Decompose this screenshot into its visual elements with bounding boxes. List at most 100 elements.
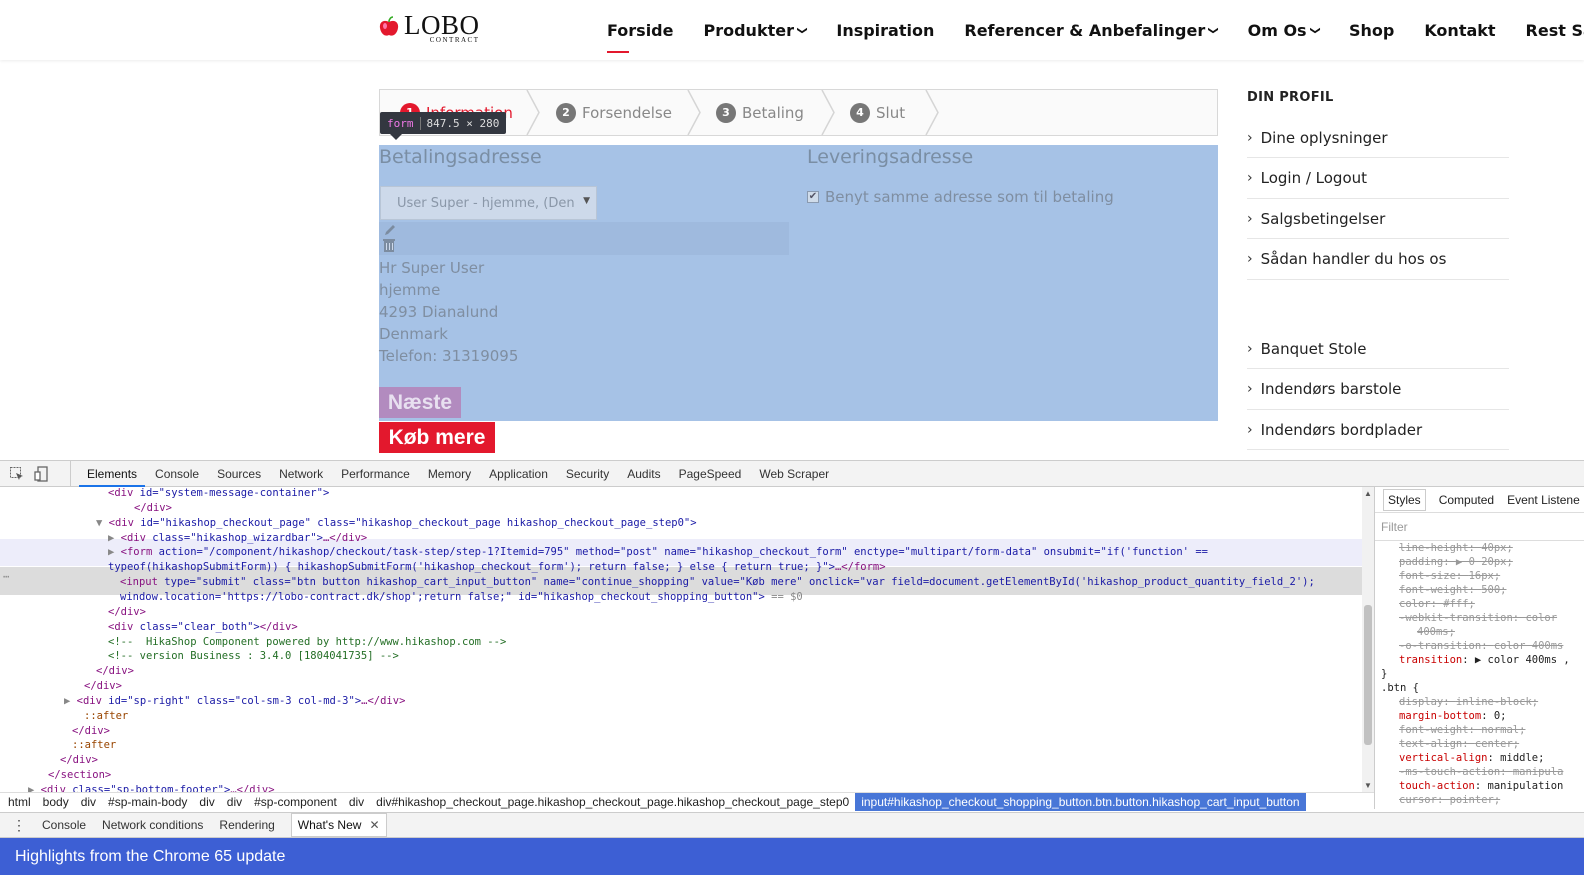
css-rule-line[interactable]: -ms-touch-action: manipula (1399, 765, 1563, 779)
devtools-tab-security[interactable]: Security (566, 461, 609, 487)
scroll-down-icon[interactable]: ▼ (1364, 781, 1372, 790)
dom-node-line[interactable]: <div class="clear_both"></div> (108, 621, 298, 634)
dom-node-line[interactable]: </div> (96, 665, 134, 678)
checkout-step-3[interactable]: 3 Betaling (716, 90, 804, 135)
expand-arrow-icon[interactable]: ▼ (96, 517, 109, 529)
css-rule-line[interactable]: touch-action: manipulation (1399, 779, 1563, 793)
sidebar-item-s-dan-handler-du-hos-os[interactable]: › Sådan handler du hos os (1247, 240, 1509, 280)
dom-node-line[interactable]: </div> (60, 754, 98, 767)
breadcrumb-item[interactable]: div#hikashop_checkout_page.hikashop_chec… (376, 795, 849, 809)
next-button[interactable]: Næste (379, 387, 461, 418)
sidebar-item-indend-rs-barstole[interactable]: › Indendørs barstole (1247, 370, 1509, 410)
buy-more-button[interactable]: Køb mere (379, 422, 495, 453)
checkbox-checked-icon[interactable]: ✔ (807, 191, 819, 203)
breadcrumb-item[interactable]: div (199, 795, 214, 809)
devtools-tab-application[interactable]: Application (489, 461, 548, 487)
dom-node-line[interactable]: <!-- HikaShop Component powered by http:… (108, 636, 506, 649)
breadcrumb-item[interactable]: div (227, 795, 242, 809)
sidebar-item-salgsbetingelser[interactable]: › Salgsbetingelser (1247, 199, 1509, 239)
styles-tab-computed[interactable]: Computed (1439, 493, 1494, 507)
sidebar-item-dine-oplysninger[interactable]: › Dine oplysninger (1247, 118, 1509, 158)
css-rule-line[interactable]: 400ms; (1417, 625, 1455, 639)
drawer-tab-console[interactable]: Console (42, 818, 86, 832)
device-toolbar-icon[interactable] (34, 465, 50, 482)
breadcrumb-item[interactable]: #sp-component (254, 795, 337, 809)
css-rule-line[interactable]: text-align: center; (1399, 737, 1519, 751)
dom-node-line[interactable]: ▶ <form action="/component/hikashop/chec… (108, 546, 1208, 559)
breadcrumb-item[interactable]: html (8, 795, 31, 809)
sidebar-item-login-logout[interactable]: › Login / Logout (1247, 159, 1509, 199)
dom-node-line[interactable]: ::after (72, 739, 116, 752)
inspect-element-icon[interactable] (9, 466, 25, 482)
dom-node-line[interactable]: ::after (84, 710, 128, 723)
dom-node-line[interactable]: ▶ <div class="sp-bottom-footer">…</div> (28, 784, 275, 792)
drawer-menu-icon[interactable]: ⋮ (12, 817, 26, 834)
drawer-tab-network-conditions[interactable]: Network conditions (102, 818, 203, 832)
close-icon[interactable]: ✕ (369, 818, 379, 832)
css-rule-line[interactable]: .btn { (1381, 681, 1419, 695)
css-rule-line[interactable]: padding: ▶ 0 20px; (1399, 555, 1513, 569)
breadcrumb-item[interactable]: div (349, 795, 364, 809)
css-rule-line[interactable]: font-weight: normal; (1399, 723, 1525, 737)
dom-node-line[interactable]: typeof(hikashopSubmitForm)) { hikashopSu… (108, 561, 886, 574)
dom-node-line[interactable]: ▶ <div class="hikashop_wizardbar">…</div… (108, 532, 367, 545)
nav-item-produkter[interactable]: Produkter ❯ (703, 21, 807, 40)
expand-arrow-icon[interactable]: ▶ (108, 546, 121, 558)
scroll-up-icon[interactable]: ▲ (1364, 489, 1372, 498)
dom-node-line[interactable]: </div> (72, 725, 110, 738)
devtools-tab-sources[interactable]: Sources (217, 461, 261, 487)
devtools-tab-audits[interactable]: Audits (627, 461, 660, 487)
elements-scrollbar[interactable]: ▲ ▼ (1362, 487, 1374, 792)
checkout-step-4[interactable]: 4 Slut (850, 90, 905, 135)
css-rule-line[interactable]: font-weight: 500; (1399, 583, 1507, 597)
devtools-tab-pagespeed[interactable]: PageSpeed (679, 461, 742, 487)
css-rule-line[interactable]: font-size: 16px; (1399, 569, 1500, 583)
dom-node-line[interactable]: <!-- version Business : 3.4.0 [180404173… (108, 650, 399, 663)
expand-arrow-icon[interactable]: ▶ (108, 532, 121, 544)
css-rule-line[interactable]: cursor: pointer; (1399, 793, 1500, 807)
css-rule-line[interactable]: margin-bottom: 0; (1399, 709, 1507, 723)
nav-item-forside[interactable]: Forside (607, 21, 673, 53)
nav-item-inspiration[interactable]: Inspiration (836, 21, 934, 40)
styles-tab-styles[interactable]: Styles (1383, 488, 1426, 511)
nav-item-referencer-anbefalinger[interactable]: Referencer & Anbefalinger ❯ (964, 21, 1219, 40)
breadcrumb-item[interactable]: #sp-main-body (108, 795, 187, 809)
dom-node-line[interactable]: <input type="submit" class="btn button h… (120, 576, 1315, 589)
css-rule-line[interactable]: -webkit-transition: color (1399, 611, 1557, 625)
css-rule-line[interactable]: -o-transition: color 400ms (1399, 639, 1563, 653)
scrollbar-thumb[interactable] (1364, 605, 1372, 745)
sidebar-item-banquet-stole[interactable]: › Banquet Stole (1247, 329, 1509, 369)
devtools-tab-memory[interactable]: Memory (428, 461, 471, 487)
sidebar-item-indend-rs-bordplader[interactable]: › Indendørs bordplader (1247, 410, 1509, 450)
breadcrumb-item[interactable]: input#hikashop_checkout_shopping_button.… (855, 792, 1306, 811)
css-rule-line[interactable]: } (1381, 667, 1387, 681)
css-rule-line[interactable]: transition: ▶ color 400ms , (1399, 653, 1570, 667)
breadcrumb-item[interactable]: div (81, 795, 96, 809)
dom-node-line[interactable]: </section> (48, 769, 111, 782)
css-rule-line[interactable]: color: #fff; (1399, 597, 1475, 611)
css-rule-line[interactable]: line-height: 40px; (1399, 541, 1513, 555)
same-address-checkbox[interactable]: ✔ Benyt samme adresse som til betaling (807, 188, 1114, 206)
dom-node-line[interactable]: window.location='https://lobo-contract.d… (120, 591, 803, 604)
trash-icon[interactable] (382, 238, 396, 258)
checkout-step-2[interactable]: 2 Forsendelse (556, 90, 672, 135)
row-menu-icon[interactable]: ⋯ (3, 571, 9, 584)
devtools-tab-web-scraper[interactable]: Web Scraper (759, 461, 829, 487)
nav-item-rest-salg[interactable]: Rest Salg (1526, 21, 1584, 40)
dom-node-line[interactable]: </div> (134, 502, 172, 515)
styles-tab-event-listene[interactable]: Event Listene (1507, 493, 1580, 507)
css-rule-line[interactable]: vertical-align: middle; (1399, 751, 1544, 765)
dom-node-line[interactable]: ▼ <div id="hikashop_checkout_page" class… (96, 517, 697, 530)
styles-filter-input[interactable]: Filter (1375, 513, 1584, 541)
dom-node-line[interactable]: <div id="system-message-container"> (108, 487, 329, 500)
devtools-tab-network[interactable]: Network (279, 461, 323, 487)
logo[interactable]: LOBO CONTRACT (378, 12, 480, 46)
expand-arrow-icon[interactable]: ▶ (64, 695, 77, 707)
billing-address-select[interactable]: User Super - hjemme, (Den ▼ (380, 186, 597, 220)
css-rule-line[interactable]: display: inline-block; (1399, 695, 1538, 709)
devtools-tab-elements[interactable]: Elements (78, 461, 146, 487)
breadcrumb-item[interactable]: body (43, 795, 69, 809)
dom-node-line[interactable]: ▶ <div id="sp-right" class="col-sm-3 col… (64, 695, 405, 708)
dom-node-line[interactable]: </div> (84, 680, 122, 693)
dom-node-line[interactable]: </div> (108, 606, 146, 619)
